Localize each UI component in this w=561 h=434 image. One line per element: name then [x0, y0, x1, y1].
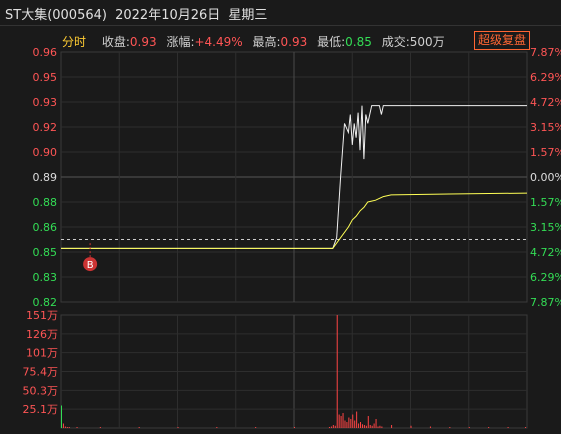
price-tick-label: 0.95	[33, 71, 58, 84]
price-tick-label: 0.93	[33, 96, 58, 109]
price-tick-label: 0.96	[33, 46, 58, 59]
price-tick-label: 0.82	[33, 296, 58, 309]
buy-marker-label: B	[87, 260, 94, 271]
percent-tick-label: 6.29%	[530, 271, 561, 284]
volume-tick-label: 50.3万	[23, 384, 59, 397]
volume-tick-label: 126万	[26, 328, 58, 341]
percent-tick-label: 4.72%	[530, 96, 561, 109]
percent-tick-label: 7.87%	[530, 46, 561, 59]
volume-tick-label: 75.4万	[23, 366, 59, 379]
percent-tick-label: 0.00%	[530, 171, 561, 184]
volume-tick-label: 101万	[26, 347, 58, 360]
percent-tick-label: 6.29%	[530, 71, 561, 84]
percent-tick-label: 3.15%	[530, 121, 561, 134]
volume-tick-label: 25.1万	[23, 403, 59, 416]
price-tick-label: 0.88	[33, 196, 58, 209]
percent-tick-label: 3.15%	[530, 221, 561, 234]
percent-tick-label: 7.87%	[530, 296, 561, 309]
volume-tick-label: 151万	[26, 309, 58, 322]
price-tick-label: 0.92	[33, 121, 58, 134]
intraday-chart[interactable]: 0.96 7.87% 0.95 6.29% 0.93 4.72% 0.92 3.15% 0.90…	[0, 0, 561, 434]
percent-tick-label: 4.72%	[530, 246, 561, 259]
percent-tick-label: 1.57%	[530, 196, 561, 209]
price-tick-label: 0.83	[33, 271, 58, 284]
percent-tick-label: 1.57%	[530, 146, 561, 159]
price-tick-label: 0.86	[33, 221, 58, 234]
price-tick-label: 0.90	[33, 146, 58, 159]
price-tick-label: 0.89	[33, 171, 58, 184]
price-tick-label: 0.85	[33, 246, 58, 259]
